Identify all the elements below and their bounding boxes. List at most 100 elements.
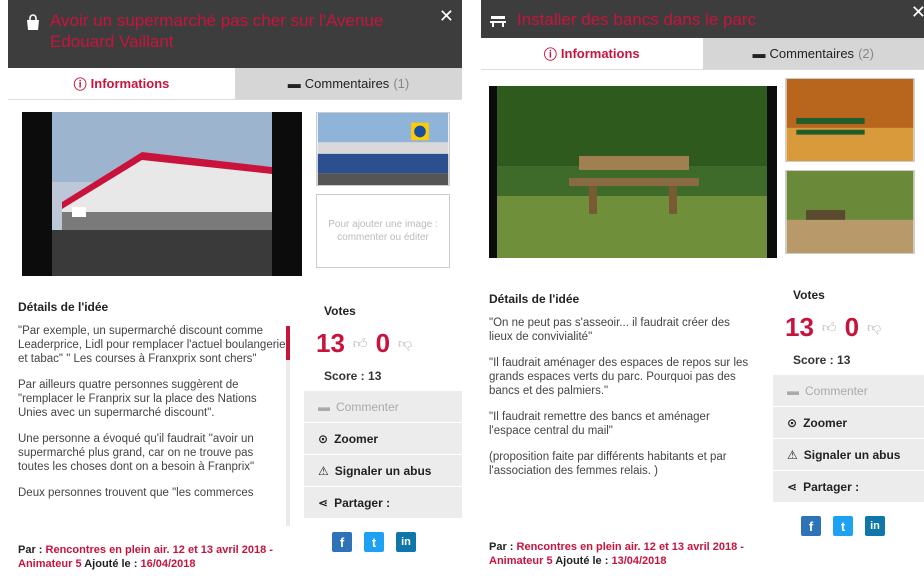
details-title: Détails de l'idée xyxy=(489,292,580,306)
author-line: Par : Rencontres en plein air. 12 et 13 … xyxy=(489,540,759,568)
main-photo-bench[interactable] xyxy=(489,86,777,258)
card-header: Avoir un supermarché pas cher sur l'Aven… xyxy=(8,0,462,68)
author-prefix: Par : xyxy=(18,544,46,556)
votes-title: Votes xyxy=(793,288,825,302)
linkedin-icon[interactable]: in xyxy=(396,532,416,552)
shopping-bag-icon xyxy=(27,14,39,30)
details-text: "Par exemple, un supermarché discount co… xyxy=(18,324,286,500)
share-icons: f t in xyxy=(304,518,462,552)
card-title: Installer des bancs dans le parc xyxy=(517,10,757,29)
image-gallery xyxy=(481,70,924,258)
share-label: Partager : xyxy=(334,495,391,510)
warning-icon: ⚠ xyxy=(787,447,798,462)
votes-down-count: 0 xyxy=(844,311,860,342)
tab-informations[interactable]: ⓘ Informations xyxy=(8,68,235,99)
details-paragraph: Deux personnes trouvent que "les commerc… xyxy=(18,487,254,499)
added-label: Ajouté le : xyxy=(552,555,612,567)
details-paragraph: "Par exemple, un supermarché discount co… xyxy=(18,325,286,365)
thumbs-up-icon[interactable]: 👍︎ xyxy=(822,319,837,336)
bench-icon xyxy=(490,16,506,27)
warning-icon: ⚠ xyxy=(318,463,329,478)
share-label: Partager : xyxy=(803,479,860,494)
tab-informations[interactable]: ⓘ Informations xyxy=(481,38,703,69)
details-text: "On ne peut pas s'asseoir... il faudrait… xyxy=(489,316,751,478)
report-label: Signaler un abus xyxy=(334,463,432,478)
author-line: Par : Rencontres en plein air. 12 et 13 … xyxy=(18,543,298,571)
zoom-label: Zoomer xyxy=(334,431,379,446)
report-abuse-button[interactable]: ⚠ Signaler un abus xyxy=(773,438,924,470)
tab-label: Informations xyxy=(560,46,640,61)
thumbs-up-icon[interactable]: 👍︎ xyxy=(353,335,368,352)
vote-row: 13 👍︎ 0 👎︎ xyxy=(773,308,924,346)
share-icon: ⋖ xyxy=(787,479,798,494)
score-label: Score : 13 xyxy=(793,353,851,367)
share-button[interactable]: ⋖ Partager : xyxy=(773,470,924,502)
idea-details: Détails de l'idée "Par exemple, un super… xyxy=(18,300,286,512)
tab-commentaires[interactable]: ▬ Commentaires (1) xyxy=(235,68,462,99)
info-icon: ⓘ xyxy=(73,77,87,92)
tab-label: Commentaires xyxy=(304,76,390,91)
comments-count: (1) xyxy=(393,76,410,91)
added-date: 16/04/2018 xyxy=(140,558,196,570)
details-paragraph: Une personne a évoqué qu'il faudrait "av… xyxy=(18,433,255,473)
facebook-icon[interactable]: f xyxy=(801,516,821,536)
details-paragraph: Par ailleurs quatre personnes suggèrent … xyxy=(18,379,257,419)
added-date: 13/04/2018 xyxy=(611,555,667,567)
share-icons: f t in xyxy=(773,502,924,536)
votes-title: Votes xyxy=(324,304,356,318)
close-icon[interactable]: ✕ xyxy=(911,2,924,23)
author-prefix: Par : xyxy=(489,541,517,553)
details-paragraph: "Il faudrait aménager des espaces de rep… xyxy=(489,357,749,397)
comments-count: (2) xyxy=(858,46,874,61)
main-photo-store[interactable] xyxy=(22,112,302,276)
tab-label: Informations xyxy=(90,76,170,91)
votes-up-count: 13 xyxy=(316,327,345,358)
idea-card-supermarket: Avoir un supermarché pas cher sur l'Aven… xyxy=(8,0,462,576)
report-abuse-button[interactable]: ⚠ Signaler un abus xyxy=(304,454,462,486)
details-paragraph: "On ne peut pas s'asseoir... il faudrait… xyxy=(489,317,730,343)
idea-card-benches: Installer des bancs dans le parc ✕ ⓘ Inf… xyxy=(481,0,924,576)
twitter-icon[interactable]: t xyxy=(364,532,384,552)
facebook-icon[interactable]: f xyxy=(332,532,352,552)
details-paragraph: "Il faudrait remettre des bancs et aména… xyxy=(489,411,710,437)
zoom-label: Zoomer xyxy=(803,415,848,430)
linkedin-icon[interactable]: in xyxy=(865,516,885,536)
tab-commentaires[interactable]: ▬ Commentaires (2) xyxy=(702,38,924,69)
zoom-button[interactable]: ⊙ Zoomer xyxy=(773,406,924,438)
share-button[interactable]: ⋖ Partager : xyxy=(304,486,462,518)
votes-panel: Votes 13 👍︎ 0 👎︎ Score : 13 ▬ Commenter … xyxy=(304,296,462,552)
votes-down-count: 0 xyxy=(375,327,391,358)
share-icon: ⋖ xyxy=(318,495,329,510)
comment-icon: ▬ xyxy=(787,383,799,398)
comment-button[interactable]: ▬ Commenter xyxy=(304,390,462,422)
card-header: Installer des bancs dans le parc ✕ xyxy=(481,0,924,38)
zoom-icon: ⊙ xyxy=(787,415,798,430)
details-scrollbar[interactable] xyxy=(286,326,290,526)
close-icon[interactable]: ✕ xyxy=(439,6,454,27)
image-gallery: Pour ajouter une image : commenter ou éd… xyxy=(8,100,462,280)
tab-label: Commentaires xyxy=(769,46,855,61)
score-label: Score : 13 xyxy=(324,369,382,383)
votes-up-count: 13 xyxy=(785,311,814,342)
votes-panel: Votes 13 👍︎ 0 👎︎ Score : 13 ▬ Commenter … xyxy=(773,280,924,536)
placeholder-text: Pour ajouter une image : commenter ou éd… xyxy=(328,219,438,243)
add-image-placeholder[interactable]: Pour ajouter une image : commenter ou éd… xyxy=(316,194,450,268)
thumbs-down-icon[interactable]: 👎︎ xyxy=(867,319,881,336)
added-label: Ajouté le : xyxy=(81,558,141,570)
details-paragraph: (proposition faite par différents habita… xyxy=(489,451,727,477)
comment-button[interactable]: ▬ Commenter xyxy=(773,374,924,406)
thumbs-down-icon[interactable]: 👎︎ xyxy=(398,335,412,352)
thumbnail-bench-autumn[interactable] xyxy=(785,78,915,162)
thumbnail-lidl[interactable] xyxy=(316,112,450,186)
tab-bar: ⓘ Informations ▬ Commentaires (1) xyxy=(8,68,462,100)
comment-label: Commenter xyxy=(336,399,399,414)
scrollbar-thumb[interactable] xyxy=(286,326,290,360)
twitter-icon[interactable]: t xyxy=(833,516,853,536)
thumbnail-park-path[interactable] xyxy=(785,170,915,254)
zoom-button[interactable]: ⊙ Zoomer xyxy=(304,422,462,454)
zoom-icon: ⊙ xyxy=(318,431,329,446)
card-title: Avoir un supermarché pas cher sur l'Aven… xyxy=(50,11,384,51)
comment-icon: ▬ xyxy=(318,399,330,414)
comment-icon: ▬ xyxy=(287,76,301,91)
details-title: Détails de l'idée xyxy=(18,300,109,314)
